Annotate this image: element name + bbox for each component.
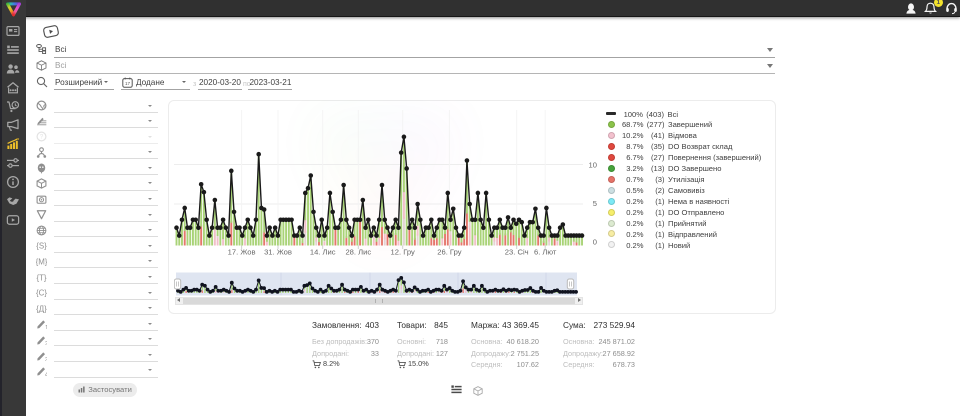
svg-text:17. Жов: 17. Жов xyxy=(228,248,256,257)
svg-text:28. Лис: 28. Лис xyxy=(345,248,371,257)
svg-text:?: ? xyxy=(40,135,44,141)
svg-text:31. Жов: 31. Жов xyxy=(264,248,292,257)
svg-text:0: 0 xyxy=(593,238,597,247)
svg-text:{T}: {T} xyxy=(36,273,46,282)
svg-text:10: 10 xyxy=(589,160,597,169)
svg-text:5: 5 xyxy=(593,199,597,208)
svg-text:{Д}: {Д} xyxy=(36,304,47,313)
svg-text:14. Лис: 14. Лис xyxy=(310,248,336,257)
svg-text:17: 17 xyxy=(125,81,131,86)
svg-text:{C}: {C} xyxy=(36,289,47,298)
svg-text:6. Лют: 6. Лют xyxy=(534,248,557,257)
svg-text:{M}: {M} xyxy=(36,257,47,266)
svg-text:3: 3 xyxy=(45,356,47,361)
svg-text:12. Гру: 12. Гру xyxy=(391,248,415,257)
svg-text:1: 1 xyxy=(45,325,47,330)
svg-text:23. Січ: 23. Січ xyxy=(505,248,529,257)
svg-text:26. Гру: 26. Гру xyxy=(437,248,461,257)
svg-text:4: 4 xyxy=(45,372,47,377)
svg-text:2: 2 xyxy=(45,340,47,345)
svg-text:{S}: {S} xyxy=(36,242,47,251)
